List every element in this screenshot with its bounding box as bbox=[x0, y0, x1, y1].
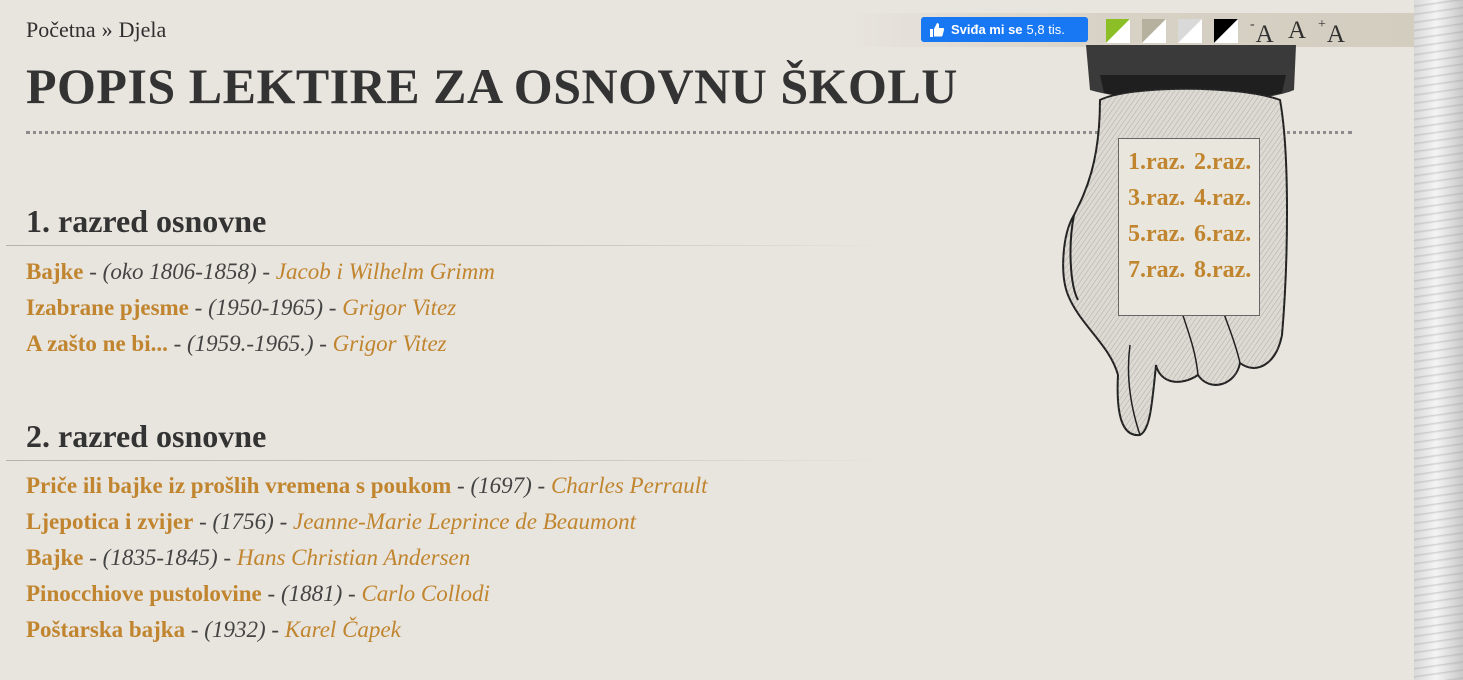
contrast-swatch-light[interactable] bbox=[1178, 19, 1202, 43]
book-years: (1756) bbox=[212, 509, 274, 534]
book-title-link[interactable]: Priče ili bajke iz prošlih vremena s pou… bbox=[26, 473, 451, 498]
breadcrumb: Početna» Djela bbox=[26, 17, 166, 43]
book-author-link[interactable]: Charles Perrault bbox=[551, 473, 708, 498]
facebook-like-button[interactable]: Sviđa mi se 5,8 tis. bbox=[921, 17, 1088, 42]
facebook-like-count: 5,8 tis. bbox=[1026, 22, 1065, 37]
book-entry: Ljepotica i zvijer - (1756) - Jeanne-Mar… bbox=[26, 509, 636, 534]
class-link-5[interactable]: 5.raz. bbox=[1128, 221, 1185, 248]
book-author-link[interactable]: Jacob i Wilhelm Grimm bbox=[276, 259, 495, 284]
book-entry: Pinocchiove pustolovine - (1881) - Carlo… bbox=[26, 581, 490, 606]
book-title-link[interactable]: Izabrane pjesme bbox=[26, 295, 189, 320]
book-author-link[interactable]: Hans Christian Andersen bbox=[237, 545, 470, 570]
book-author-link[interactable]: Karel Čapek bbox=[285, 617, 401, 642]
section-title-razred-2: 2. razred osnovne bbox=[26, 418, 267, 454]
section-divider bbox=[6, 245, 886, 246]
book-author-link[interactable]: Grigor Vitez bbox=[333, 331, 447, 356]
breadcrumb-separator: » bbox=[101, 17, 113, 42]
book-title-link[interactable]: Bajke bbox=[26, 545, 84, 570]
book-title-link[interactable]: A zašto ne bi... bbox=[26, 331, 168, 356]
book-years: (oko 1806-1858) bbox=[102, 259, 257, 284]
book-entry: Poštarska bajka - (1932) - Karel Čapek bbox=[26, 617, 401, 642]
class-link-7[interactable]: 7.raz. bbox=[1128, 257, 1185, 284]
book-years: (1697) bbox=[470, 473, 532, 498]
book-entry: Bajke - (1835-1845) - Hans Christian And… bbox=[26, 545, 471, 570]
class-link-1[interactable]: 1.raz. bbox=[1128, 149, 1185, 176]
book-author-link[interactable]: Grigor Vitez bbox=[342, 295, 456, 320]
book-entry: Izabrane pjesme - (1950-1965) - Grigor V… bbox=[26, 295, 457, 320]
section-divider bbox=[6, 460, 886, 461]
book-author-link[interactable]: Jeanne-Marie Leprince de Beaumont bbox=[293, 509, 636, 534]
book-years: (1881) bbox=[280, 581, 343, 606]
contrast-swatch-green[interactable] bbox=[1106, 19, 1130, 43]
breadcrumb-current: Djela bbox=[118, 17, 167, 42]
book-entry: Bajke - (oko 1806-1858) - Jacob i Wilhel… bbox=[26, 259, 495, 284]
class-link-8[interactable]: 8.raz. bbox=[1194, 257, 1251, 284]
contrast-swatch-black[interactable] bbox=[1214, 19, 1238, 43]
book-title-link[interactable]: Poštarska bajka bbox=[26, 617, 185, 642]
book-years: (1835-1845) bbox=[102, 545, 218, 570]
class-link-3[interactable]: 3.raz. bbox=[1128, 185, 1185, 212]
book-title-link[interactable]: Bajke bbox=[26, 259, 84, 284]
page-edge-decoration bbox=[1414, 0, 1463, 680]
thumbs-up-icon bbox=[929, 22, 945, 38]
font-reset-button[interactable]: A bbox=[1288, 17, 1306, 45]
font-increase-button[interactable]: +A bbox=[1318, 17, 1345, 49]
class-link-4[interactable]: 4.raz. bbox=[1194, 185, 1251, 212]
book-title-link[interactable]: Ljepotica i zvijer bbox=[26, 509, 193, 534]
book-years: (1959.-1965.) bbox=[187, 331, 314, 356]
breadcrumb-home-link[interactable]: Početna bbox=[26, 17, 96, 42]
book-years: (1950-1965) bbox=[208, 295, 324, 320]
book-years: (1932) bbox=[204, 617, 266, 642]
section-title-razred-1: 1. razred osnovne bbox=[26, 203, 267, 239]
class-link-2[interactable]: 2.raz. bbox=[1194, 149, 1251, 176]
book-author-link[interactable]: Carlo Collodi bbox=[361, 581, 489, 606]
facebook-like-label: Sviđa mi se bbox=[951, 22, 1023, 37]
book-title-link[interactable]: Pinocchiove pustolovine bbox=[26, 581, 262, 606]
class-link-6[interactable]: 6.raz. bbox=[1194, 221, 1251, 248]
contrast-swatch-beige[interactable] bbox=[1142, 19, 1166, 43]
page-title: POPIS LEKTIRE ZA OSNOVNU ŠKOLU bbox=[26, 58, 958, 114]
book-entry: A zašto ne bi... - (1959.-1965.) - Grigo… bbox=[26, 331, 447, 356]
book-entry: Priče ili bajke iz prošlih vremena s pou… bbox=[26, 473, 708, 498]
